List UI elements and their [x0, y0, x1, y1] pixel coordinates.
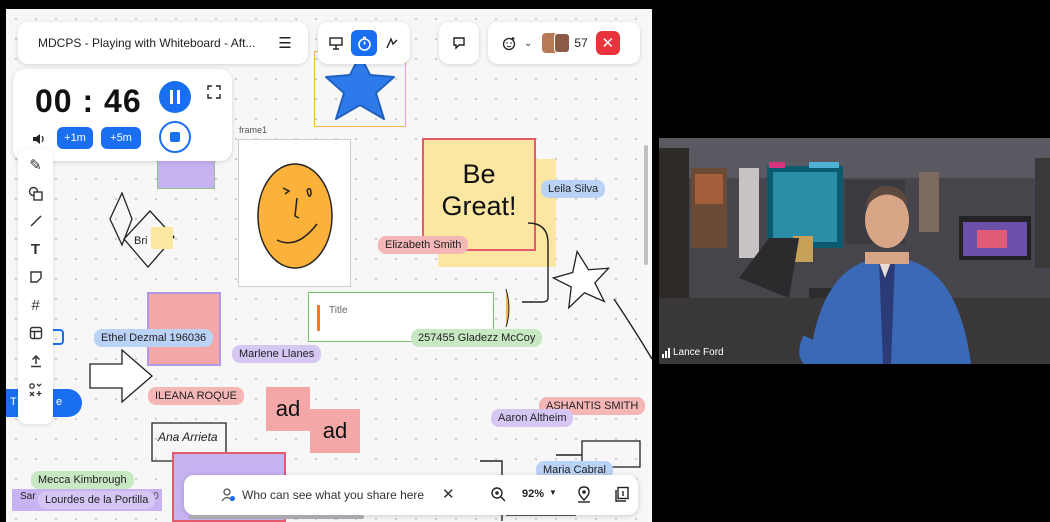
- reactions-icon[interactable]: [496, 30, 522, 56]
- timer-display: 00 : 46: [35, 83, 142, 119]
- locate-pin-icon[interactable]: [576, 486, 592, 503]
- cursor-tag-gladezz: 257455 Gladezz McCoy: [411, 329, 543, 347]
- screen: frame1 Bri Be Great! Title ad ad Ana Arr…: [0, 0, 1050, 522]
- sar-text: Sar: [20, 491, 36, 502]
- vertical-scrollbar[interactable]: [644, 145, 648, 265]
- cursor-tag-aaron: Aaron Altheim: [491, 409, 574, 427]
- pause-button[interactable]: [159, 81, 191, 113]
- stop-icon: [170, 132, 180, 142]
- collab-bar: ⌄ 57 ✕: [488, 22, 640, 64]
- comment-icon[interactable]: [446, 30, 472, 56]
- share-bar: Who can see what you share here ✕ 92% ▼: [184, 475, 638, 515]
- add-1m-button[interactable]: +1m: [57, 127, 93, 149]
- ad-sticky-2[interactable]: ad: [310, 409, 360, 453]
- be-great-line1: Be: [462, 159, 496, 189]
- pen-tool-icon[interactable]: [379, 30, 405, 56]
- pages-icon[interactable]: [614, 486, 630, 503]
- pause-icon: [170, 90, 173, 104]
- bri-text: Bri: [134, 235, 148, 247]
- participant-count: 57: [574, 36, 588, 50]
- cursor-tag-mecca: Mecca Kimbrough: [31, 471, 134, 489]
- presentation-icon[interactable]: [323, 30, 349, 56]
- whiteboard-canvas[interactable]: frame1 Bri Be Great! Title ad ad Ana Arr…: [6, 9, 652, 522]
- expand-icon[interactable]: [207, 85, 221, 99]
- frame-label: frame1: [239, 125, 268, 135]
- add-5m-button[interactable]: +5m: [101, 127, 141, 149]
- ad-text-1: ad: [275, 396, 301, 421]
- title-card-accent: [317, 305, 320, 331]
- cursor-tag-leila: Leila Silva: [541, 180, 606, 198]
- pencil-icon[interactable]: ✎: [18, 153, 53, 177]
- cursor-tag-ethel: Ethel Dezmal 196036: [94, 329, 214, 347]
- smiley-drawing: [257, 163, 333, 269]
- horizontal-scrollbar[interactable]: [189, 515, 364, 519]
- blue-pill-letter-e: e: [56, 396, 63, 408]
- signal-icon: [662, 347, 670, 358]
- upload-icon[interactable]: [18, 349, 53, 373]
- blue-bracket: [52, 329, 64, 345]
- sound-icon[interactable]: [31, 132, 49, 146]
- ad-sticky-1[interactable]: ad: [266, 387, 310, 431]
- video-tile[interactable]: Lance Ford: [659, 138, 1050, 364]
- close-button[interactable]: ✕: [595, 31, 620, 55]
- template-icon[interactable]: [18, 321, 53, 345]
- ad-text-2: ad: [322, 418, 348, 443]
- frame1[interactable]: [238, 139, 351, 287]
- cursor-tag-marlene: Marlene Llanes: [232, 345, 322, 363]
- timer-panel: 00 : 46 +1m +5m: [13, 69, 232, 161]
- avatar-2: [554, 33, 571, 53]
- comment-bar: [439, 22, 479, 64]
- zoom-level[interactable]: 92%: [522, 488, 544, 500]
- arrow-shape[interactable]: [88, 346, 154, 406]
- cursor-tag-elizabeth: Elizabeth Smith: [378, 236, 469, 254]
- whiteboard-title: MDCPS - Playing with Whiteboard - Aft...: [38, 36, 256, 50]
- menu-icon[interactable]: ☰: [272, 30, 298, 56]
- whiteboard-title-bar: MDCPS - Playing with Whiteboard - Aft...…: [18, 22, 308, 64]
- sticky-note-icon[interactable]: [18, 265, 53, 289]
- share-visibility-text: Who can see what you share here: [242, 488, 425, 502]
- tool-mode-bar: [318, 22, 410, 64]
- video-name-label: Lance Ford: [662, 347, 724, 358]
- blue-pill-letter-t: T: [10, 396, 17, 408]
- frame-tool-icon[interactable]: #: [18, 293, 53, 317]
- zoom-dropdown-icon[interactable]: ▼: [549, 488, 557, 497]
- shapes-icon[interactable]: [18, 181, 53, 205]
- text-tool-icon[interactable]: T: [18, 237, 53, 261]
- chevron-down-icon[interactable]: ⌄: [524, 38, 532, 49]
- title-card-text: Title: [329, 305, 348, 316]
- stop-button[interactable]: [159, 121, 191, 153]
- timer-icon[interactable]: [351, 30, 377, 56]
- participant-name: Lance Ford: [673, 347, 724, 358]
- participant-video: [659, 138, 1050, 364]
- left-toolbar: ✎ T #: [18, 149, 53, 424]
- visibility-user-icon: [220, 487, 236, 503]
- ana-arrieta-text: Ana Arrieta: [158, 430, 218, 444]
- cursor-tag-ileana: ILEANA ROQUE: [148, 387, 244, 405]
- tiny-yellow-sticky[interactable]: [151, 227, 173, 249]
- share-close-icon[interactable]: ✕: [442, 485, 455, 503]
- zoom-icon[interactable]: [490, 486, 506, 502]
- cursor-tag-lourdes: Lourdes de la Portilla: [38, 491, 156, 509]
- line-icon[interactable]: [18, 209, 53, 233]
- more-tools-icon[interactable]: [18, 377, 53, 401]
